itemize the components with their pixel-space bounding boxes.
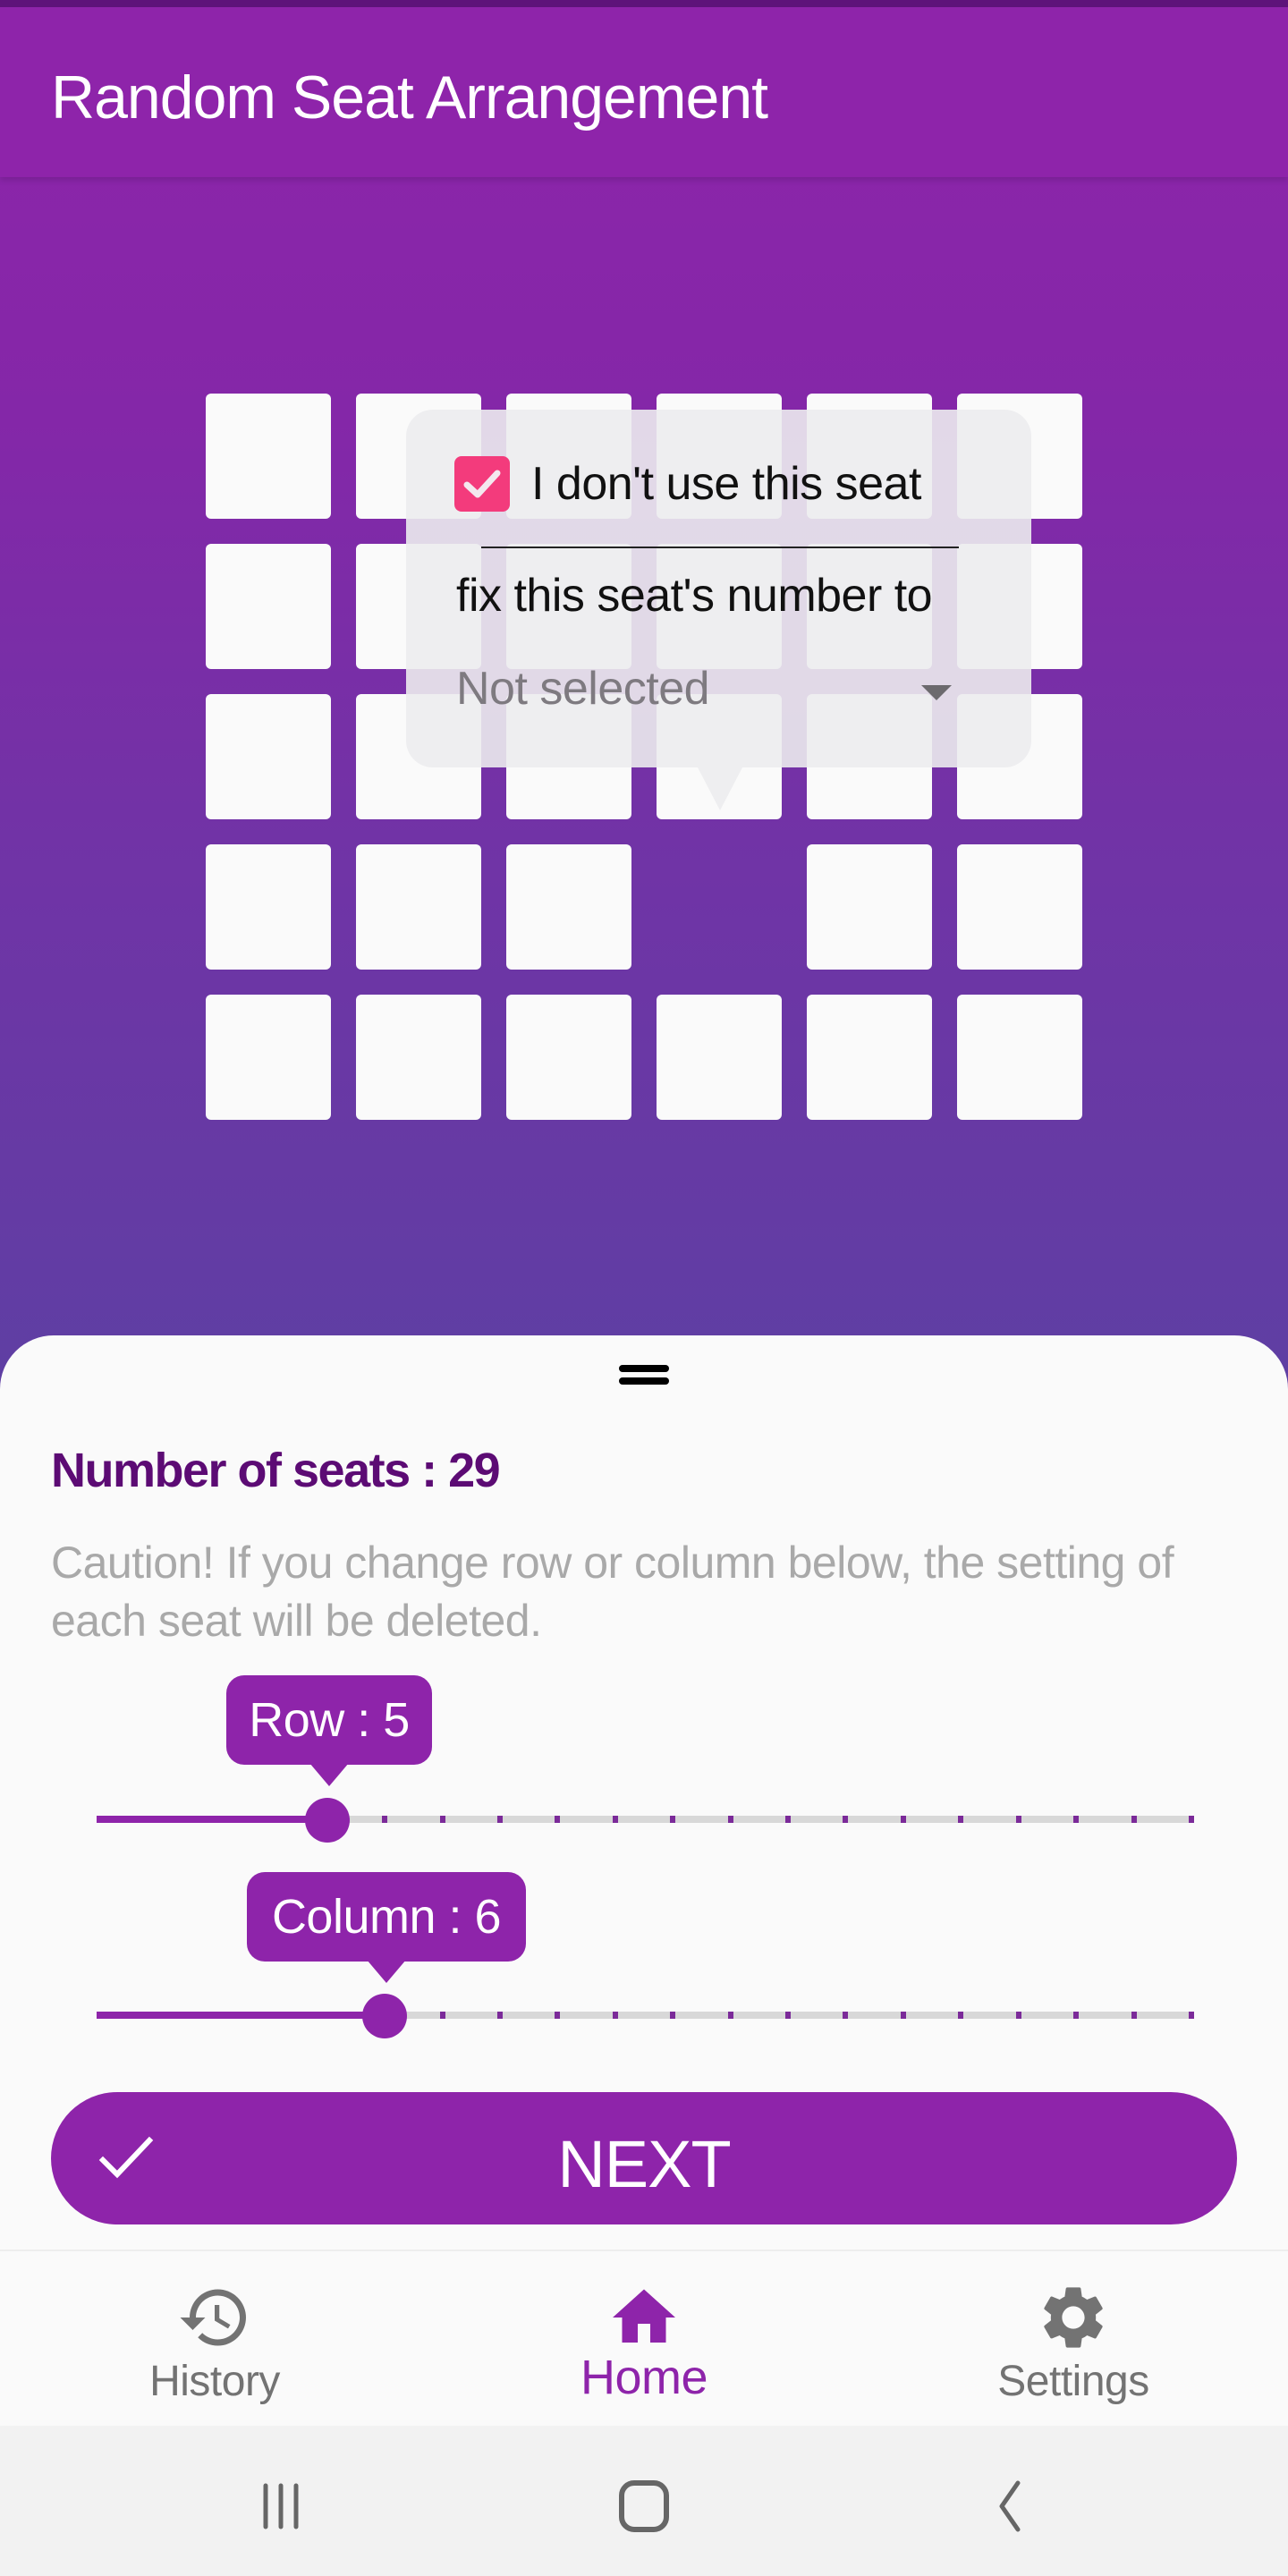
next-button-label: NEXT bbox=[557, 2127, 731, 2201]
slider-tick bbox=[1015, 1816, 1021, 1823]
column-value-label: Column : 6 bbox=[271, 1890, 502, 1944]
slider-tick bbox=[785, 2012, 792, 2019]
seat-r4-c2[interactable] bbox=[356, 844, 481, 970]
slider-tick bbox=[612, 2012, 618, 2019]
slider-tick bbox=[1073, 2012, 1080, 2019]
column-slider[interactable] bbox=[97, 1988, 1194, 2042]
fix-number-value: Not selected bbox=[456, 663, 710, 715]
system-navigation-bar bbox=[0, 2426, 1288, 2576]
row-value-label: Row : 5 bbox=[249, 1693, 410, 1747]
seat-r5-c4[interactable] bbox=[657, 995, 782, 1120]
seat-r4-c5[interactable] bbox=[807, 844, 932, 970]
seat-r5-c2[interactable] bbox=[356, 995, 481, 1120]
slider-tick bbox=[439, 1816, 445, 1823]
slider-tick bbox=[382, 1816, 388, 1823]
slider-tick bbox=[1131, 1816, 1137, 1823]
seat-options-popup: I don't use this seat fix this seat's nu… bbox=[406, 410, 1031, 767]
unused-seat-checkbox-row[interactable]: I don't use this seat bbox=[454, 456, 921, 512]
slider-tick bbox=[1131, 2012, 1137, 2019]
next-button[interactable]: NEXT bbox=[51, 2092, 1237, 2224]
slider-tick bbox=[785, 1816, 792, 1823]
slider-tick bbox=[843, 1816, 849, 1823]
row-slider[interactable] bbox=[97, 1792, 1194, 1846]
nav-label-history: History bbox=[149, 2358, 280, 2405]
slider-tick bbox=[900, 1816, 906, 1823]
column-value-tooltip: Column : 6 bbox=[247, 1872, 526, 1983]
seat-r4-c1[interactable] bbox=[206, 844, 331, 970]
fix-number-label: fix this seat's number to bbox=[456, 570, 933, 622]
slider-tick bbox=[1015, 2012, 1021, 2019]
dropdown-arrow-icon bbox=[921, 685, 952, 700]
history-icon bbox=[180, 2289, 246, 2346]
nav-item-home[interactable]: Home bbox=[429, 2251, 859, 2428]
system-back-button[interactable] bbox=[961, 2462, 1050, 2551]
nav-label-home: Home bbox=[580, 2351, 708, 2404]
app-title: Random Seat Arrangement bbox=[51, 64, 768, 131]
home-circle-icon bbox=[619, 2480, 669, 2532]
back-icon bbox=[999, 2480, 1021, 2532]
bottom-navigation: History Home Settings bbox=[0, 2250, 1288, 2426]
slider-tick bbox=[555, 2012, 561, 2019]
popup-pointer bbox=[698, 767, 742, 810]
seat-r5-c6[interactable] bbox=[957, 995, 1082, 1120]
unused-seat-label: I don't use this seat bbox=[531, 458, 921, 510]
drag-handle-icon[interactable] bbox=[619, 1365, 669, 1386]
seat-r1-c1[interactable] bbox=[206, 394, 331, 519]
row-slider-thumb[interactable] bbox=[304, 1798, 350, 1843]
nav-label-settings: Settings bbox=[997, 2358, 1149, 2405]
slider-tick bbox=[439, 2012, 445, 2019]
slider-tick bbox=[496, 2012, 503, 2019]
slider-tick bbox=[670, 1816, 676, 1823]
row-slider-fill bbox=[97, 1816, 327, 1823]
slider-tick bbox=[612, 1816, 618, 1823]
seat-count: Number of seats : 29 bbox=[51, 1444, 501, 1497]
seat-r5-c1[interactable] bbox=[206, 995, 331, 1120]
slider-tick bbox=[670, 2012, 676, 2019]
slider-tick bbox=[843, 2012, 849, 2019]
slider-tick bbox=[496, 1816, 503, 1823]
checkmark-icon bbox=[463, 470, 501, 498]
gear-icon bbox=[1044, 2287, 1103, 2348]
popup-divider bbox=[481, 547, 959, 548]
slider-tick bbox=[958, 1816, 964, 1823]
home-icon bbox=[613, 2289, 675, 2343]
caution-text: Caution! If you change row or column bel… bbox=[51, 1538, 1174, 1646]
seat-r3-c1[interactable] bbox=[206, 694, 331, 819]
recent-apps-icon bbox=[263, 2483, 299, 2529]
system-home-button[interactable] bbox=[599, 2462, 689, 2551]
slider-tick bbox=[1189, 2012, 1194, 2019]
nav-item-history[interactable]: History bbox=[0, 2251, 429, 2428]
fix-number-dropdown[interactable]: Not selected bbox=[456, 651, 993, 723]
slider-tick bbox=[900, 2012, 906, 2019]
slider-tick bbox=[1189, 1816, 1194, 1823]
slider-tick bbox=[1073, 1816, 1080, 1823]
nav-item-settings[interactable]: Settings bbox=[859, 2251, 1288, 2428]
recent-apps-button[interactable] bbox=[242, 2462, 331, 2551]
seat-r2-c1[interactable] bbox=[206, 544, 331, 669]
slider-tick bbox=[555, 1816, 561, 1823]
slider-tick bbox=[958, 2012, 964, 2019]
app-bar: Random Seat Arrangement bbox=[0, 0, 1288, 177]
unused-seat-checkbox[interactable] bbox=[454, 456, 510, 512]
column-slider-fill bbox=[97, 2012, 386, 2019]
slider-tick bbox=[727, 1816, 733, 1823]
seat-r4-c3[interactable] bbox=[506, 844, 631, 970]
row-value-tooltip: Row : 5 bbox=[226, 1675, 432, 1786]
column-slider-thumb[interactable] bbox=[362, 1994, 408, 2038]
slider-tick bbox=[727, 2012, 733, 2019]
seat-r5-c5[interactable] bbox=[807, 995, 932, 1120]
seat-r4-c6[interactable] bbox=[957, 844, 1082, 970]
seat-r5-c3[interactable] bbox=[506, 995, 631, 1120]
